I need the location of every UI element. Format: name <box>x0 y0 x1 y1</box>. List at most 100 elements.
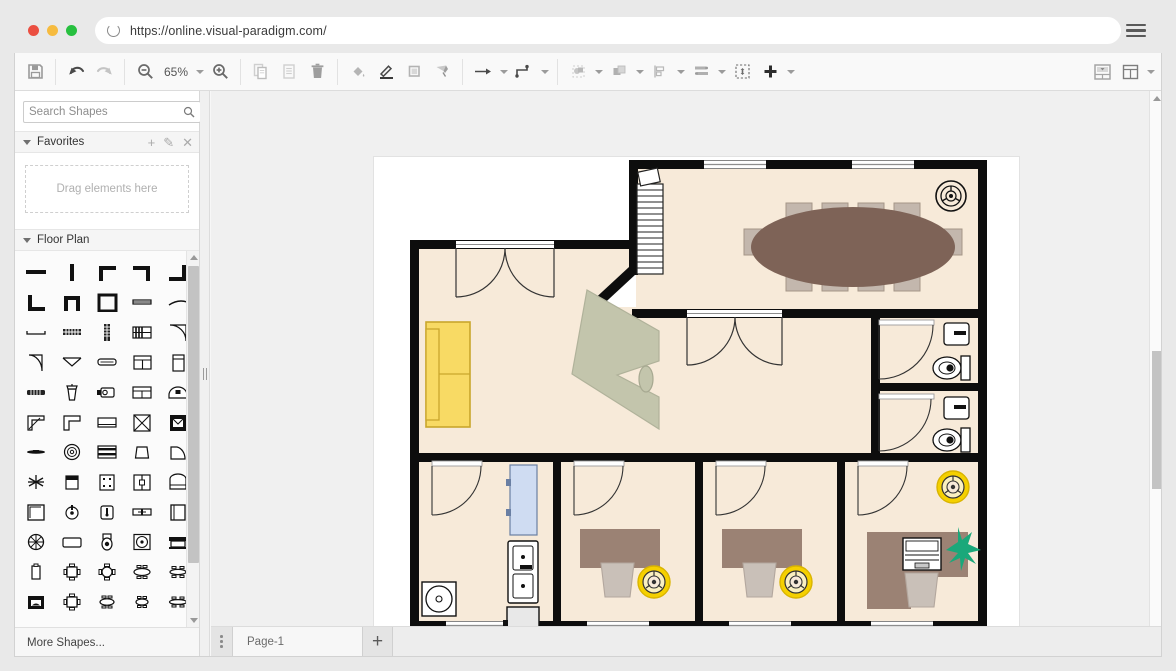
shape-wall-room[interactable] <box>90 287 124 316</box>
zoom-dropdown-caret-icon[interactable] <box>193 59 206 85</box>
page-tab-page-1[interactable]: Page-1 <box>233 627 363 656</box>
align-icon[interactable] <box>646 59 674 85</box>
connector-route-caret-icon[interactable] <box>538 59 551 85</box>
shape-stove-range[interactable] <box>90 377 124 406</box>
page-options-icon[interactable] <box>211 627 233 656</box>
add-page-icon[interactable]: + <box>363 627 393 656</box>
shape-curved-wall[interactable] <box>19 317 53 346</box>
zoom-out-icon[interactable] <box>131 59 159 85</box>
select-all-icon[interactable] <box>728 59 756 85</box>
copy-icon[interactable] <box>247 59 275 85</box>
shape-wall-vertical[interactable] <box>54 257 88 286</box>
fit-page-icon[interactable] <box>1088 59 1116 85</box>
hamburger-menu-icon[interactable] <box>1126 23 1146 38</box>
fill-color-icon[interactable] <box>344 59 372 85</box>
group-caret-icon[interactable] <box>592 59 605 85</box>
shape-sliding-door[interactable] <box>90 347 124 376</box>
edit-favorite-icon[interactable]: ✎ <box>163 136 174 149</box>
shape-toilet-top[interactable] <box>90 527 124 556</box>
shape-bidet[interactable] <box>125 497 159 526</box>
zoom-in-icon[interactable] <box>206 59 234 85</box>
shape-x-panel[interactable] <box>125 407 159 436</box>
panel-splitter[interactable] <box>200 91 210 656</box>
add-icon[interactable] <box>756 59 784 85</box>
shape-bar-counter[interactable] <box>19 437 53 466</box>
shapes-panel-scrollbar[interactable] <box>186 251 199 627</box>
shape-sofa-two-seat[interactable] <box>125 377 159 406</box>
shape-table-round-chairs[interactable] <box>90 557 124 586</box>
add-caret-icon[interactable] <box>784 59 797 85</box>
paste-icon[interactable] <box>275 59 303 85</box>
shape-rect-table[interactable] <box>54 527 88 556</box>
distribute-icon[interactable] <box>687 59 715 85</box>
connector-arrow-icon[interactable] <box>469 59 497 85</box>
shape-brick-wall[interactable] <box>54 317 88 346</box>
vscroll-thumb[interactable] <box>1152 351 1161 489</box>
shape-double-door-panel[interactable] <box>125 467 159 496</box>
shape-sink-round[interactable] <box>54 497 88 526</box>
shape-table-round-6[interactable] <box>125 587 159 616</box>
shape-star-plant[interactable] <box>19 467 53 496</box>
group-icon[interactable] <box>564 59 592 85</box>
line-color-icon[interactable] <box>372 59 400 85</box>
floor-plan-drawing[interactable] <box>374 157 1019 657</box>
order-caret-icon[interactable] <box>633 59 646 85</box>
save-icon[interactable] <box>21 59 49 85</box>
shape-round-window[interactable] <box>19 527 53 556</box>
zoom-level-value[interactable]: 65% <box>159 65 193 79</box>
diagram-canvas[interactable] <box>211 91 1161 657</box>
canvas-vertical-scrollbar[interactable] <box>1149 91 1161 643</box>
shape-wall-corner-tr[interactable] <box>125 257 159 286</box>
shape-desk-small[interactable] <box>19 557 53 586</box>
shape-table-square-4[interactable] <box>54 587 88 616</box>
shape-trash-bin[interactable] <box>54 377 88 406</box>
search-input[interactable] <box>29 106 183 118</box>
add-favorite-icon[interactable]: + <box>148 136 156 149</box>
trash-icon[interactable] <box>303 59 331 85</box>
shape-door-arc-large[interactable] <box>19 347 53 376</box>
shape-style-icon[interactable] <box>400 59 428 85</box>
section-header-favorites[interactable]: Favorites + ✎ ✕ <box>15 131 199 153</box>
shape-table-square-chairs[interactable] <box>54 557 88 586</box>
redo-icon[interactable] <box>90 59 118 85</box>
shape-corner-counter[interactable] <box>19 407 53 436</box>
shape-double-window[interactable] <box>125 347 159 376</box>
shape-square-frame[interactable] <box>19 497 53 526</box>
shape-wall-corner-bl[interactable] <box>19 287 53 316</box>
shape-wall-u[interactable] <box>54 287 88 316</box>
shape-wall-corner-tl[interactable] <box>90 257 124 286</box>
shape-desk-computer[interactable] <box>19 587 53 616</box>
shape-shelf-unit[interactable] <box>90 437 124 466</box>
shape-column-grid[interactable] <box>90 317 124 346</box>
shape-ceiling-fan[interactable] <box>54 437 88 466</box>
distribute-caret-icon[interactable] <box>715 59 728 85</box>
search-input-wrapper[interactable] <box>23 101 201 123</box>
scrollbar-thumb[interactable] <box>188 266 199 563</box>
favorites-dropzone[interactable]: Drag elements here <box>25 165 189 213</box>
maximize-window-button[interactable] <box>66 25 77 36</box>
align-caret-icon[interactable] <box>674 59 687 85</box>
scroll-up-arrow[interactable] <box>187 251 199 264</box>
undo-icon[interactable] <box>62 59 90 85</box>
shape-washer[interactable] <box>54 467 88 496</box>
section-header-floor-plan[interactable]: Floor Plan <box>15 229 199 251</box>
shape-table-oval-chairs[interactable] <box>125 557 159 586</box>
connector-route-icon[interactable] <box>510 59 538 85</box>
layout-panel-icon[interactable] <box>1116 59 1144 85</box>
shape-wall-horizontal[interactable] <box>19 257 53 286</box>
minimize-window-button[interactable] <box>47 25 58 36</box>
shape-stool-round[interactable] <box>125 437 159 466</box>
scroll-down-arrow[interactable] <box>187 614 199 627</box>
more-shapes-button[interactable]: More Shapes... <box>15 627 199 656</box>
connector-arrow-caret-icon[interactable] <box>497 59 510 85</box>
shape-radiator[interactable] <box>19 377 53 406</box>
shape-counter-top[interactable] <box>90 407 124 436</box>
reload-icon[interactable] <box>107 24 120 37</box>
format-painter-icon[interactable] <box>428 59 456 85</box>
shape-l-counter[interactable] <box>54 407 88 436</box>
close-favorites-icon[interactable]: ✕ <box>182 136 193 149</box>
shape-window-grid[interactable] <box>125 317 159 346</box>
canvas-page[interactable] <box>374 157 1019 657</box>
shape-double-door[interactable] <box>54 347 88 376</box>
shape-outlet-panel[interactable] <box>90 467 124 496</box>
